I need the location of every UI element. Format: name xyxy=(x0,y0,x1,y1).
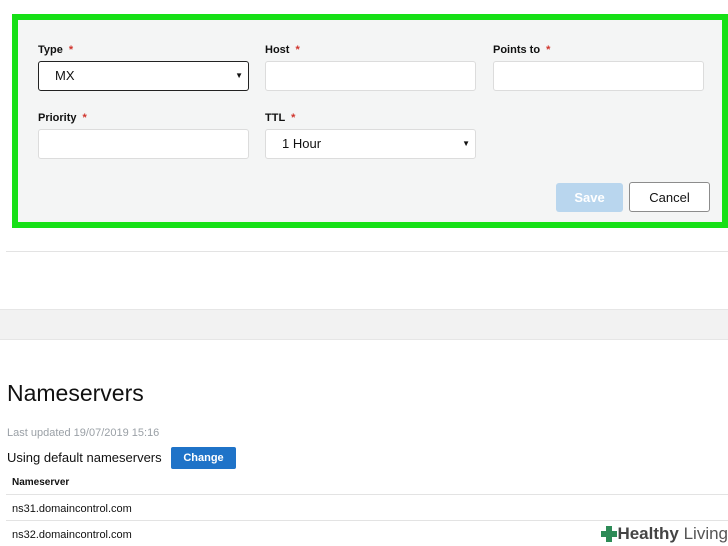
points-to-label: Points to * xyxy=(493,44,551,56)
type-label: Type * xyxy=(38,44,74,56)
priority-label: Priority * xyxy=(38,112,87,124)
last-updated-text: Last updated 19/07/2019 15:16 xyxy=(7,427,160,439)
required-mark: * xyxy=(291,112,296,124)
host-input[interactable] xyxy=(265,61,476,91)
required-mark: * xyxy=(68,44,74,56)
watermark: Healthy Living xyxy=(596,521,728,546)
cancel-button[interactable]: Cancel xyxy=(629,182,710,212)
ttl-select-value: 1 Hour xyxy=(282,136,322,151)
table-row: ns31.domaincontrol.com xyxy=(12,503,132,515)
section-separator xyxy=(0,309,728,340)
nameserver-column-header: Nameserver xyxy=(12,477,70,488)
plus-cross-icon xyxy=(599,524,617,544)
type-select-value: MX xyxy=(55,68,75,83)
chevron-down-icon: ▼ xyxy=(235,71,243,80)
required-mark: * xyxy=(546,44,551,56)
save-button[interactable]: Save xyxy=(556,183,623,212)
priority-input[interactable] xyxy=(38,129,249,159)
change-nameservers-button[interactable]: Change xyxy=(171,447,236,469)
required-mark: * xyxy=(82,112,87,124)
points-to-input[interactable] xyxy=(493,61,704,91)
divider xyxy=(6,251,728,252)
table-row: ns32.domaincontrol.com xyxy=(12,529,132,541)
ttl-select[interactable]: 1 Hour ▼ xyxy=(265,129,476,159)
type-select[interactable]: MX ▼ xyxy=(38,61,249,91)
chevron-down-icon: ▼ xyxy=(462,139,470,148)
table-row-divider xyxy=(6,494,728,495)
nameservers-title: Nameservers xyxy=(7,380,144,406)
ttl-label: TTL * xyxy=(265,112,296,124)
host-label: Host * xyxy=(265,44,300,56)
dns-record-form: Type * MX ▼ Host * Points to * Priority * TT… xyxy=(12,14,728,228)
required-mark: * xyxy=(295,44,300,56)
nameserver-mode-text: Using default nameservers xyxy=(7,450,162,465)
watermark-text: Healthy Living xyxy=(617,523,728,543)
